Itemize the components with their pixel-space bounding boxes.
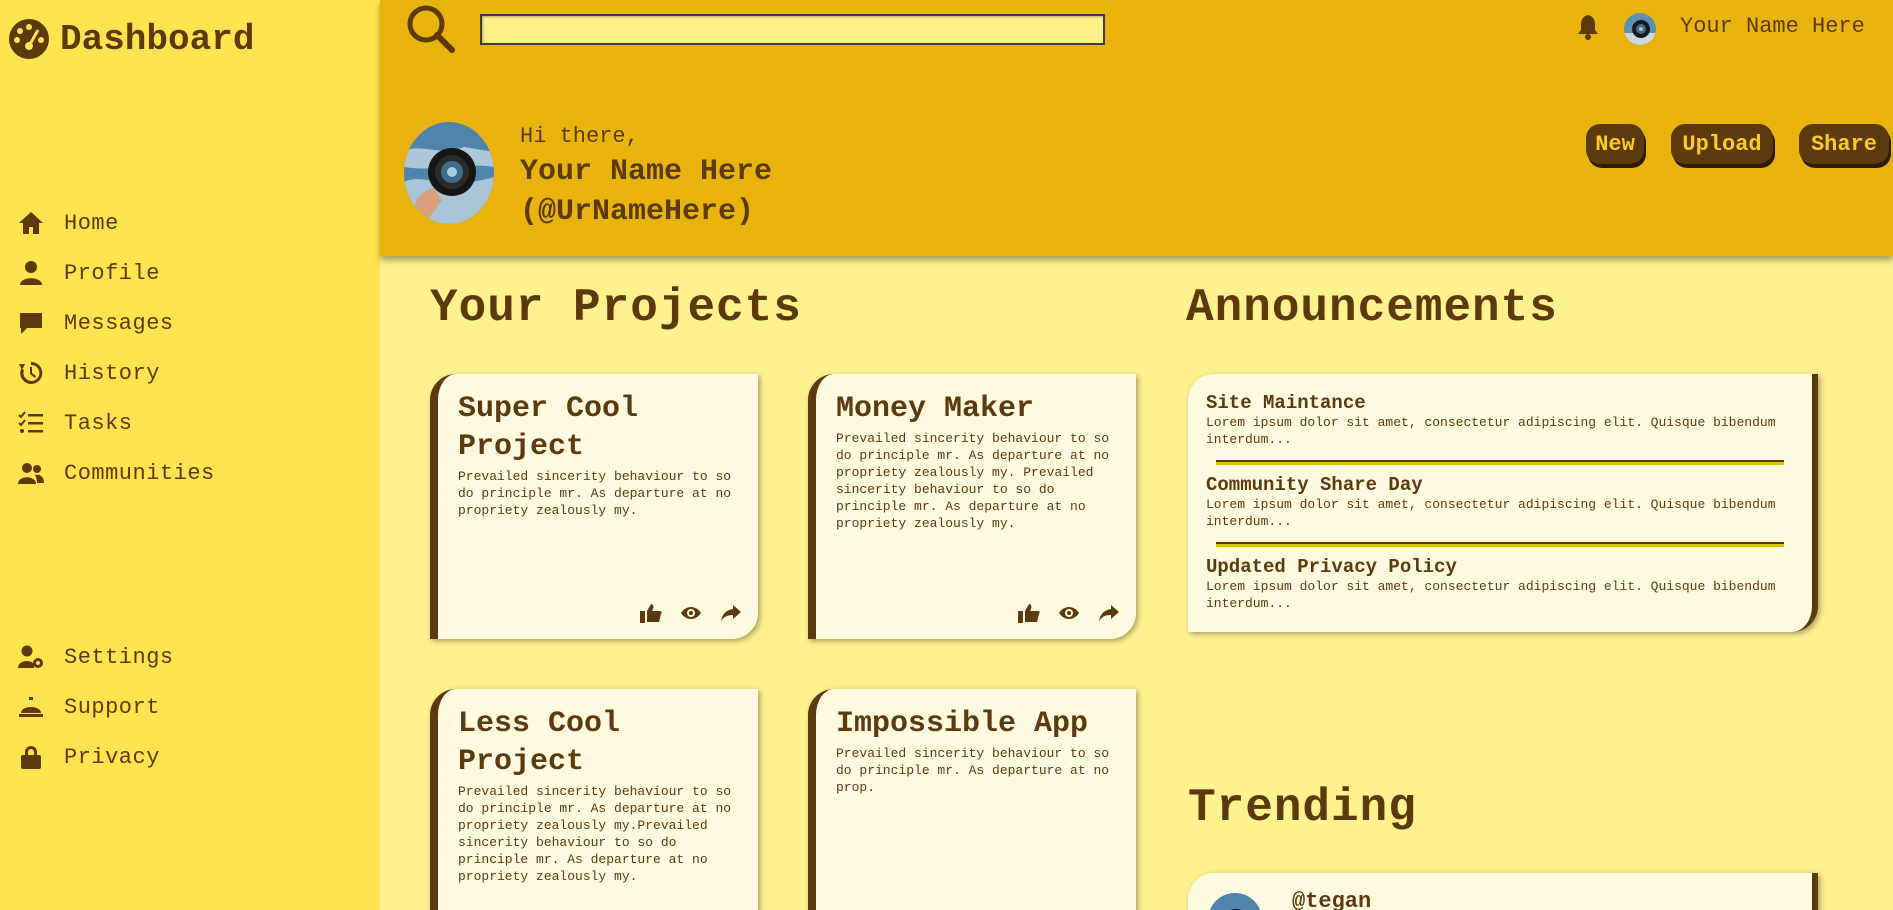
sidebar-item-home[interactable]: Home — [16, 198, 215, 248]
announcement-item[interactable]: Site Maintance Lorem ipsum dolor sit ame… — [1206, 392, 1784, 448]
project-description: Prevailed sincerity behaviour to so do p… — [458, 469, 732, 518]
project-card[interactable]: Impossible App Prevailed sincerity behav… — [808, 689, 1136, 910]
project-title: Impossible App — [836, 707, 1089, 741]
announcement-item[interactable]: Updated Privacy Policy Lorem ipsum dolor… — [1206, 556, 1784, 612]
announcements-title: Announcements — [1186, 282, 1558, 334]
project-card[interactable]: Less Cool Project Prevailed sincerity be… — [430, 689, 758, 910]
sidebar-item-support[interactable]: Support — [16, 682, 174, 732]
message-icon — [16, 310, 46, 336]
sidebar-item-label: History — [64, 360, 160, 386]
sidebar-item-label: Messages — [64, 310, 174, 336]
project-description: Prevailed sincerity behaviour to so do p… — [836, 431, 1110, 531]
sidebar-item-label: Profile — [64, 260, 160, 286]
projects-title: Your Projects — [430, 282, 802, 334]
divider — [1216, 460, 1784, 465]
announcement-title: Updated Privacy Policy — [1206, 556, 1457, 578]
gauge-icon — [9, 19, 49, 59]
avatar[interactable] — [1208, 893, 1262, 910]
bell-service-icon — [16, 694, 46, 720]
announcement-item[interactable]: Community Share Day Lorem ipsum dolor si… — [1206, 474, 1784, 530]
new-button[interactable]: New — [1586, 124, 1644, 164]
profile-handle: (@UrNameHere) — [520, 195, 755, 229]
home-icon — [16, 210, 46, 236]
greeting: Hi there, — [520, 124, 639, 149]
search-input[interactable] — [480, 14, 1105, 45]
announcement-title: Site Maintance — [1206, 392, 1366, 414]
eye-icon[interactable] — [1058, 603, 1080, 623]
divider — [1216, 542, 1784, 547]
trending-handle[interactable]: @tegan — [1292, 889, 1371, 910]
upload-button[interactable]: Upload — [1671, 124, 1773, 164]
sidebar: Dashboard Home Profile Messages History — [0, 0, 380, 910]
announcements-panel: Site Maintance Lorem ipsum dolor sit ame… — [1188, 374, 1818, 632]
share-button[interactable]: Share — [1799, 124, 1889, 164]
project-title: Super Cool Project — [458, 392, 639, 464]
brand[interactable]: Dashboard — [8, 18, 254, 60]
project-card[interactable]: Super Cool Project Prevailed sincerity b… — [430, 374, 758, 639]
sidebar-item-history[interactable]: History — [16, 348, 215, 398]
sidebar-item-privacy[interactable]: Privacy — [16, 732, 174, 782]
announcement-title: Community Share Day — [1206, 474, 1423, 496]
share-icon[interactable] — [720, 603, 742, 623]
user-icon — [16, 260, 46, 286]
user-name[interactable]: Your Name Here — [1680, 14, 1865, 39]
project-title: Money Maker — [836, 392, 1035, 426]
project-title: Less Cool Project — [458, 707, 621, 779]
sidebar-item-label: Settings — [64, 644, 174, 670]
profile-avatar — [404, 122, 494, 224]
profile-name-block: Your Name Here (@UrNameHere) — [520, 152, 772, 232]
sidebar-item-messages[interactable]: Messages — [16, 298, 215, 348]
avatar[interactable] — [1624, 13, 1656, 45]
card-actions — [640, 603, 742, 623]
card-actions — [1018, 603, 1120, 623]
header: Your Name Here Hi there, Your Name Here … — [380, 0, 1893, 256]
trending-title: Trending — [1188, 782, 1417, 834]
lock-icon — [16, 744, 46, 770]
sidebar-item-profile[interactable]: Profile — [16, 248, 215, 298]
project-description: Prevailed sincerity behaviour to so do p… — [836, 746, 1110, 795]
eye-icon[interactable] — [680, 603, 702, 623]
thumbs-up-icon[interactable] — [1018, 603, 1040, 623]
announcement-body: Lorem ipsum dolor sit amet, consectetur … — [1206, 579, 1776, 611]
sidebar-item-label: Tasks — [64, 410, 133, 436]
bell-icon[interactable] — [1576, 14, 1600, 40]
sidebar-item-label: Privacy — [64, 744, 160, 770]
sidebar-item-label: Communities — [64, 460, 215, 486]
sidebar-item-settings[interactable]: Settings — [16, 632, 174, 682]
profile-display-name: Your Name Here — [520, 155, 773, 189]
share-icon[interactable] — [1098, 603, 1120, 623]
sidebar-item-tasks[interactable]: Tasks — [16, 398, 215, 448]
project-card[interactable]: Money Maker Prevailed sincerity behaviou… — [808, 374, 1136, 639]
trending-panel: @tegan — [1188, 873, 1818, 910]
sidebar-item-label: Support — [64, 694, 160, 720]
sidebar-item-communities[interactable]: Communities — [16, 448, 215, 498]
secondary-nav: Settings Support Privacy — [16, 632, 174, 782]
search-icon[interactable] — [404, 2, 458, 56]
main-nav: Home Profile Messages History Tasks Comm… — [16, 198, 215, 498]
sidebar-item-label: Home — [64, 210, 119, 236]
announcement-body: Lorem ipsum dolor sit amet, consectetur … — [1206, 497, 1776, 529]
tasks-icon — [16, 410, 46, 436]
project-description: Prevailed sincerity behaviour to so do p… — [458, 784, 732, 884]
history-icon — [16, 360, 46, 386]
users-icon — [16, 460, 46, 486]
user-gear-icon — [16, 644, 46, 670]
thumbs-up-icon[interactable] — [640, 603, 662, 623]
announcement-body: Lorem ipsum dolor sit amet, consectetur … — [1206, 415, 1776, 447]
app-title: Dashboard — [60, 18, 255, 60]
